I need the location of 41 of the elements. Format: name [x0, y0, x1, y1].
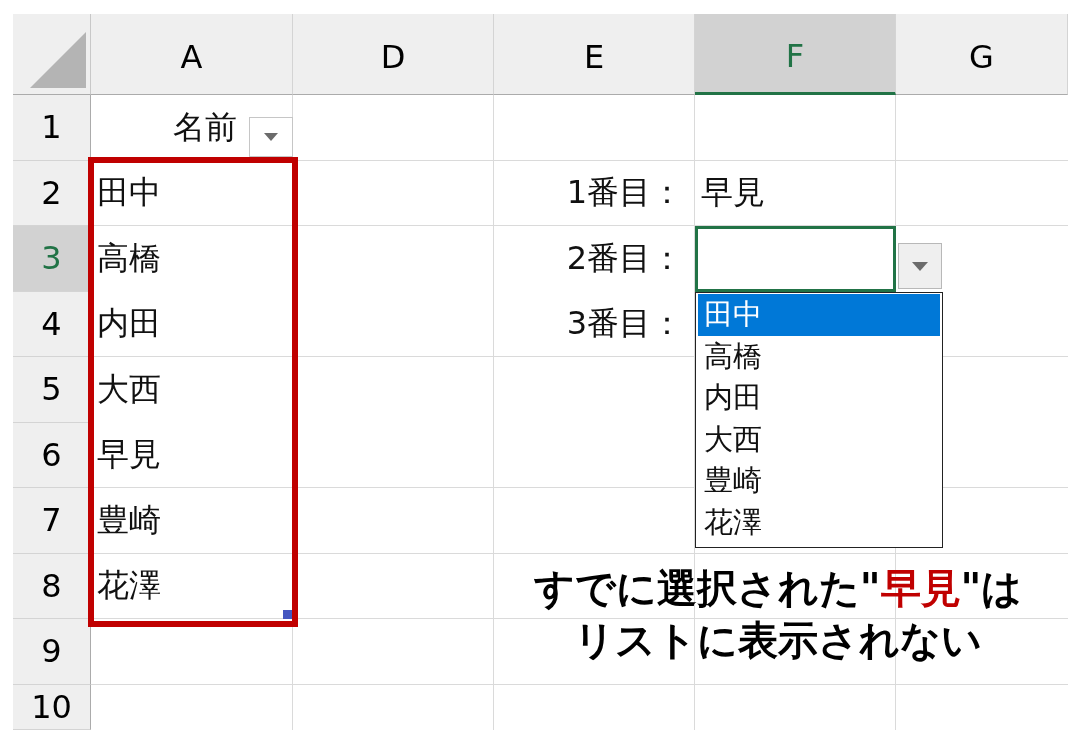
row-header[interactable]: 6: [13, 422, 91, 488]
column-header[interactable]: F: [695, 14, 896, 95]
cell-text: 大西: [97, 368, 161, 410]
list-option[interactable]: 内田: [698, 377, 940, 419]
list-option[interactable]: 大西: [698, 418, 940, 460]
column-header[interactable]: A: [91, 14, 293, 95]
cell-text: 2番目：: [566, 237, 683, 279]
cell-text: 高橋: [97, 237, 161, 279]
cell-text: 名前: [173, 106, 237, 148]
column-header[interactable]: D: [293, 14, 494, 95]
filter-button[interactable]: [249, 116, 293, 157]
row-header[interactable]: 8: [13, 553, 91, 619]
dropdown-arrow-icon: [912, 261, 928, 271]
annotation-text: リストに表示されない: [574, 616, 982, 665]
cell-text: 花澤: [97, 565, 161, 607]
row-header[interactable]: 9: [13, 619, 91, 685]
row-header[interactable]: 7: [13, 488, 91, 554]
column-header[interactable]: E: [494, 14, 695, 95]
row-header[interactable]: 10: [13, 684, 91, 730]
list-option[interactable]: 田中: [698, 294, 940, 336]
dropdown-button[interactable]: [898, 243, 942, 289]
row-header[interactable]: 4: [13, 291, 91, 357]
row-header[interactable]: 5: [13, 357, 91, 423]
cell-text: 1番目：: [566, 172, 683, 214]
cell-text: 豊崎: [97, 499, 161, 541]
list-option[interactable]: 高橋: [698, 335, 940, 377]
cell-text: 早見: [97, 434, 161, 476]
row-header[interactable]: 3: [13, 226, 91, 292]
row-header[interactable]: 2: [13, 160, 91, 226]
row-header[interactable]: 1: [13, 95, 91, 161]
cell-text: 早見: [701, 172, 765, 214]
list-option[interactable]: 豊崎: [698, 460, 940, 502]
column-header[interactable]: G: [896, 14, 1068, 95]
list-option[interactable]: 花澤: [698, 501, 940, 543]
annotation-text: すでに選択された"早見"は: [533, 564, 1023, 613]
dropdown-arrow-icon: [264, 132, 278, 141]
active-cell[interactable]: [695, 226, 896, 292]
cell-text: 3番目：: [566, 303, 683, 345]
cell-text: 内田: [97, 303, 161, 345]
cell-text: 田中: [97, 172, 161, 214]
fill-handle[interactable]: [283, 610, 292, 619]
